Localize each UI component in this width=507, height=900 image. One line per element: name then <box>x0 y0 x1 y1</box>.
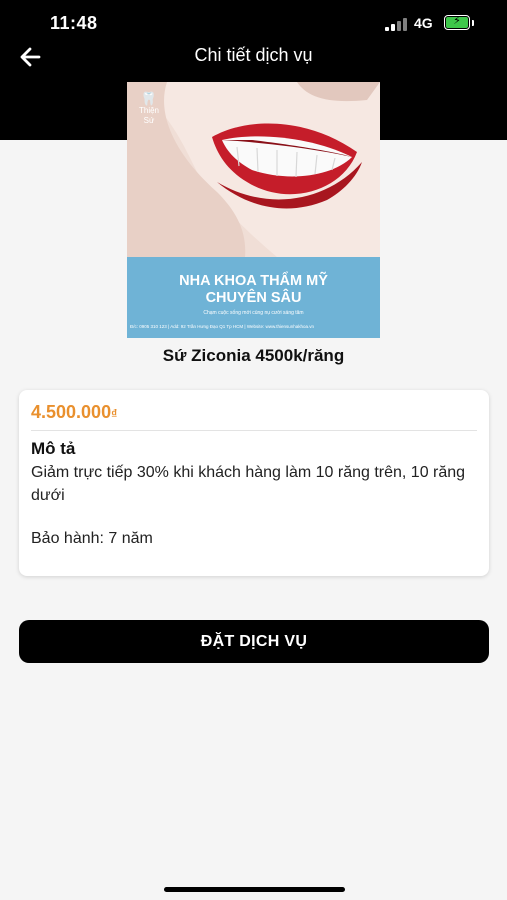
battery-tip <box>472 20 474 26</box>
poster-banner: NHA KHOA THẨM MỸ CHUYÊN SÂU Chạm cuộc số… <box>127 257 380 338</box>
poster-heading-line2: CHUYÊN SÂU <box>205 290 302 306</box>
brand-logo: 🦷 Thiện Sứ <box>133 92 165 126</box>
tooth-icon: 🦷 <box>140 91 158 106</box>
description-text: Giảm trực tiếp 30% khi khách hàng làm 10… <box>31 464 466 504</box>
status-bar: 11:48 4G ⚡ <box>0 0 507 44</box>
battery-charging-icon: ⚡ <box>444 15 470 30</box>
poster-tagline: Chạm cuộc sống mới cùng nụ cười sáng tâm <box>203 310 304 316</box>
poster-contact: Đ/c: 0905 310 123 | Add: 92 Trần Hưng Đạ… <box>130 324 315 329</box>
home-indicator[interactable] <box>164 887 345 892</box>
description-label: Mô tả <box>31 439 76 458</box>
price-currency: ₫ <box>111 407 118 421</box>
status-time: 11:48 <box>50 13 98 33</box>
network-type: 4G <box>414 15 433 31</box>
page-title: Chi tiết dịch vụ <box>194 45 313 65</box>
service-detail-card: 4.500.000₫ Mô tả Giảm trực tiếp 30% khi … <box>19 390 489 576</box>
poster-heading: NHA KHOA THẨM MỸ CHUYÊN SÂU <box>127 273 380 307</box>
poster-heading-line1: NHA KHOA THẨM MỸ <box>179 273 328 289</box>
signal-icon <box>385 17 407 31</box>
service-price: 4.500.000₫ <box>31 402 117 423</box>
book-service-button[interactable]: ĐẶT DỊCH VỤ <box>19 620 489 663</box>
brand-name: Thiện Sứ <box>138 106 159 125</box>
service-image: 🦷 Thiện Sứ NHA KHOA THẨM MỸ CHUYÊN SÂU C… <box>127 82 380 338</box>
warranty-text: Bảo hành: 7 năm <box>31 530 153 547</box>
divider <box>31 430 477 431</box>
price-value: 4.500.000 <box>31 402 112 422</box>
service-name: Sứ Ziconia 4500k/răng <box>162 346 345 365</box>
